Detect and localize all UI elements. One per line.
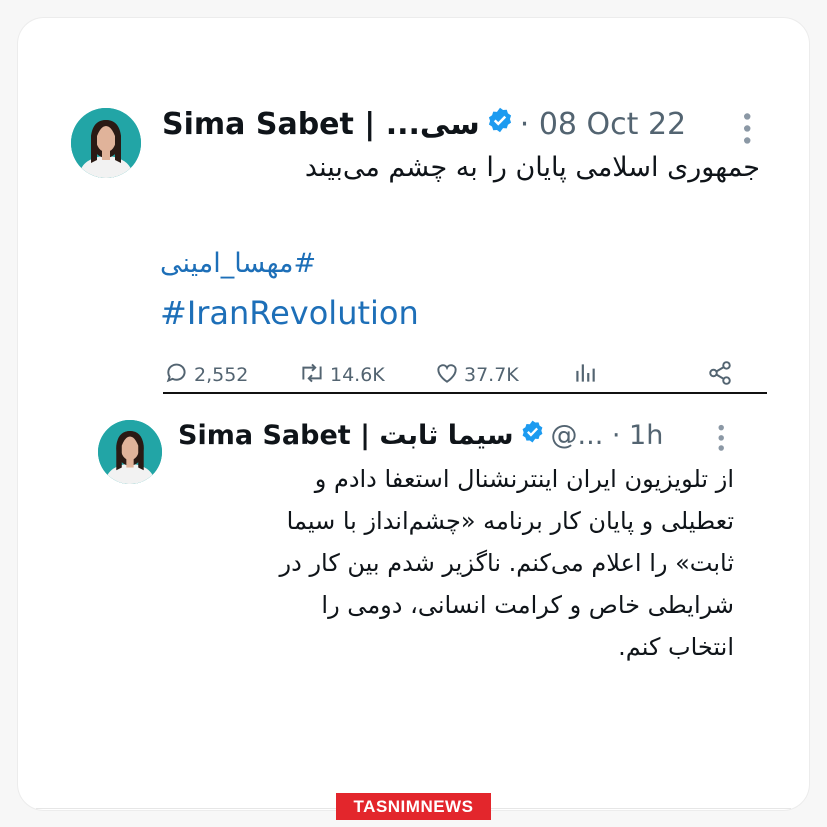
tweet-text-line: شرایطی خاص و کرامت انسانی، دومی را <box>321 591 734 619</box>
tweet-text: جمهوری اسلامی پایان را به چشم می‌بیند <box>304 152 760 183</box>
hashtag[interactable]: #IranRevolution <box>160 294 419 332</box>
retweet-count: 14.6K <box>330 364 385 386</box>
verified-icon <box>520 419 545 451</box>
tweet-2-header: Sima Sabet | سیما ثابت @... · 1h <box>178 416 663 454</box>
retweet-button[interactable]: 14.6K <box>298 358 385 392</box>
like-count: 37.7K <box>464 364 519 386</box>
views-icon <box>572 360 598 391</box>
tweet-text-line: انتخاب کنم. <box>618 633 734 661</box>
more-icon[interactable]: ••• <box>733 110 758 146</box>
tweet-text-line: تعطیلی و پایان کار برنامه «چشم‌انداز با … <box>286 507 734 535</box>
tweet-meta[interactable]: @... · 1h <box>551 420 664 451</box>
reply-count: 2,552 <box>194 364 249 386</box>
reply-icon <box>164 360 190 391</box>
tasnim-news-logo: TASNIMNEWS <box>336 793 491 820</box>
avatar-portrait-icon <box>71 108 141 178</box>
tweet-date[interactable]: · 08 Oct 22 <box>520 107 686 142</box>
tweet-text: از تلویزیون ایران اینترنشنال استعفا دادم… <box>150 458 734 668</box>
display-name[interactable]: Sima Sabet | ...سی <box>162 107 480 142</box>
views-button[interactable] <box>572 358 598 392</box>
retweet-icon <box>298 360 326 391</box>
hashtag[interactable]: #مهسا_امینی <box>160 248 340 279</box>
reply-button[interactable]: 2,552 <box>164 358 248 392</box>
like-icon <box>434 360 460 391</box>
avatar[interactable] <box>71 108 141 178</box>
tweet-1-header: Sima Sabet | ...سی · 08 Oct 22 <box>162 104 686 144</box>
verified-icon <box>486 106 514 142</box>
display-name[interactable]: Sima Sabet | سیما ثابت <box>178 420 514 451</box>
more-icon[interactable]: ••• <box>709 422 731 453</box>
tweet-text-line: از تلویزیون ایران اینترنشنال استعفا دادم… <box>314 465 734 493</box>
like-button[interactable]: 37.7K <box>434 358 519 392</box>
share-icon <box>706 360 734 391</box>
divider <box>163 392 767 394</box>
tweet-text-line: ثابت» را اعلام می‌کنم. ناگزیر شدم بین کا… <box>279 549 734 577</box>
tweet-actions: 2,552 14.6K 37.7K <box>162 358 737 392</box>
share-button[interactable] <box>706 358 734 392</box>
